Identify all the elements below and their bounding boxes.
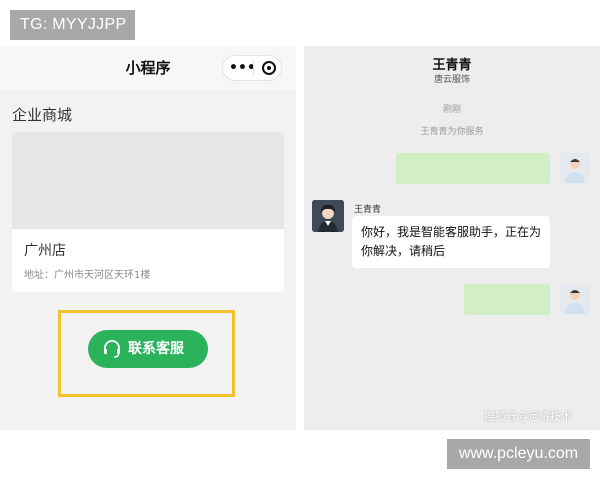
- sohu-watermark: 搜狐号@远侍技术: [484, 410, 572, 423]
- store-name: 广州店: [24, 243, 66, 259]
- section-title: 企业商城: [12, 106, 73, 124]
- chat-system-message: 王青青为你服务: [420, 127, 484, 137]
- mini-program-navbar: 小程序 •••: [0, 46, 296, 90]
- contact-button-label: 联系客服: [128, 341, 184, 357]
- chat-contact-company: 唐云服饰: [433, 75, 470, 85]
- headset-icon: [104, 340, 120, 358]
- user-message-bubble[interactable]: [396, 153, 550, 184]
- chat-timestamp: 刚刚: [442, 105, 461, 115]
- capsule-menu: •••: [222, 55, 282, 81]
- mini-program-screen: 小程序 ••• 企业商城 广州店 地址：广州市天河区天环1楼 联系客服: [0, 46, 296, 430]
- chat-contact-name: 王青青: [432, 58, 472, 73]
- agent-avatar-icon: [312, 200, 344, 232]
- tg-watermark-label: TG: MYYJJPP: [10, 10, 135, 40]
- more-icon[interactable]: •••: [229, 58, 256, 78]
- user-avatar-icon: [560, 153, 590, 183]
- chat-screen: 王青青 唐云服饰 刚刚 王青青为你服务 王青青 你好，我是智能客服助手，正在为你…: [304, 46, 600, 430]
- store-address: 地址：广州市天河区天环1楼: [24, 270, 151, 281]
- contact-customer-service-button[interactable]: 联系客服: [88, 330, 208, 368]
- agent-avatar[interactable]: [312, 200, 344, 232]
- agent-message-bubble[interactable]: 你好，我是智能客服助手，正在为你解决，请稍后: [352, 216, 550, 268]
- store-card[interactable]: 广州店 地址：广州市天河区天环1楼: [12, 132, 284, 292]
- close-mini-program-icon[interactable]: [262, 61, 276, 75]
- store-image-placeholder: [12, 132, 284, 229]
- agent-sender-name: 王青青: [354, 205, 382, 215]
- user-avatar[interactable]: [560, 153, 590, 183]
- site-watermark-label: www.pcleyu.com: [447, 439, 590, 469]
- user-message-bubble[interactable]: [464, 284, 550, 315]
- user-avatar-icon: [560, 284, 590, 314]
- user-avatar[interactable]: [560, 284, 590, 314]
- capsule-divider: [253, 61, 254, 75]
